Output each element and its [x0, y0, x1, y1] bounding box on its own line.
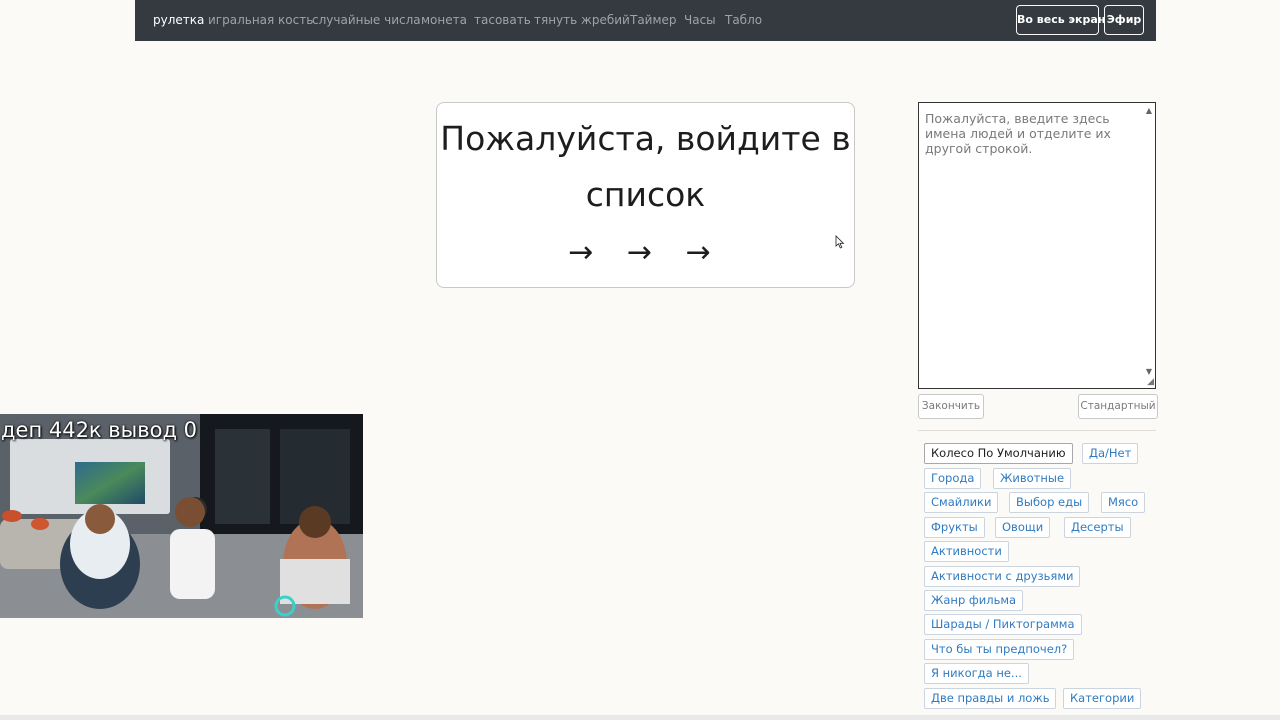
preset-activities-friends[interactable]: Активности с друзьями — [924, 566, 1081, 587]
standard-button[interactable]: Стандартный — [1078, 394, 1158, 419]
preset-vegetables[interactable]: Овощи — [995, 517, 1051, 538]
preset-emoji[interactable]: Смайлики — [924, 492, 999, 513]
preset-cities[interactable]: Города — [924, 468, 982, 489]
webcam-scene — [0, 414, 363, 618]
fullscreen-button[interactable]: Во весь экран — [1016, 5, 1105, 35]
preset-categories[interactable]: Категории — [1063, 688, 1142, 709]
arrow-icons: → → → — [568, 235, 723, 270]
bottom-scrollbar[interactable] — [0, 715, 1280, 720]
preset-animals[interactable]: Животные — [993, 468, 1072, 489]
nav-dice[interactable]: игральная кость — [208, 13, 313, 27]
preset-would-you-rather[interactable]: Что бы ты предпочел? — [924, 639, 1075, 660]
preset-desserts[interactable]: Десерты — [1064, 517, 1131, 538]
divider — [918, 430, 1156, 431]
preset-activities[interactable]: Активности — [924, 541, 1009, 562]
preset-movie-genre[interactable]: Жанр фильма — [924, 590, 1024, 611]
preset-yes-no[interactable]: Да/Нет — [1082, 443, 1139, 464]
nav-clock[interactable]: Часы — [684, 13, 716, 27]
finish-button[interactable]: Закончить — [918, 394, 984, 419]
nav-draw-lots[interactable]: тянуть жребий — [534, 13, 630, 27]
names-textarea[interactable]: Пожалуйста, введите здесь имена людей и … — [918, 102, 1156, 389]
wheel-message-line2: список — [585, 175, 706, 214]
webcam-overlay: деп 442к вывод 0 — [0, 414, 363, 618]
wheel-card[interactable]: Пожалуйста, войдите в список → → → — [436, 102, 855, 288]
scroll-down-icon[interactable]: ▼ — [1146, 367, 1152, 376]
wheel-message: Пожалуйста, войдите в список — [437, 111, 854, 223]
mouse-cursor-icon — [835, 235, 845, 249]
broadcast-button[interactable]: Эфир — [1104, 5, 1144, 35]
nav-random-numbers[interactable]: случайные числа — [312, 13, 421, 27]
top-navbar: рулетка игральная кость случайные числа … — [135, 0, 1156, 41]
nav-timer[interactable]: Таймер — [630, 13, 677, 27]
webcam-caption: деп 442к вывод 0 — [1, 418, 198, 442]
nav-scoreboard[interactable]: Табло — [725, 13, 762, 27]
preset-fruits[interactable]: Фрукты — [924, 517, 985, 538]
scroll-up-icon[interactable]: ▲ — [1146, 106, 1152, 115]
preset-never-have-i[interactable]: Я никогда не... — [924, 663, 1029, 684]
preset-default-wheel[interactable]: Колесо По Умолчанию — [924, 443, 1073, 464]
preset-two-truths[interactable]: Две правды и ложь — [924, 688, 1057, 709]
preset-charades[interactable]: Шарады / Пиктограмма — [924, 614, 1082, 635]
preset-meat[interactable]: Мясо — [1101, 492, 1146, 513]
resize-grip-icon[interactable]: ◢ — [1147, 378, 1154, 387]
nav-shuffle[interactable]: тасовать — [474, 13, 531, 27]
wheel-message-line1: Пожалуйста, войдите в — [440, 119, 851, 158]
preset-food-choice[interactable]: Выбор еды — [1009, 492, 1090, 513]
nav-roulette[interactable]: рулетка — [153, 13, 204, 27]
nav-coin[interactable]: монета — [421, 13, 467, 27]
names-placeholder: Пожалуйста, введите здесь имена людей и … — [925, 111, 1111, 156]
